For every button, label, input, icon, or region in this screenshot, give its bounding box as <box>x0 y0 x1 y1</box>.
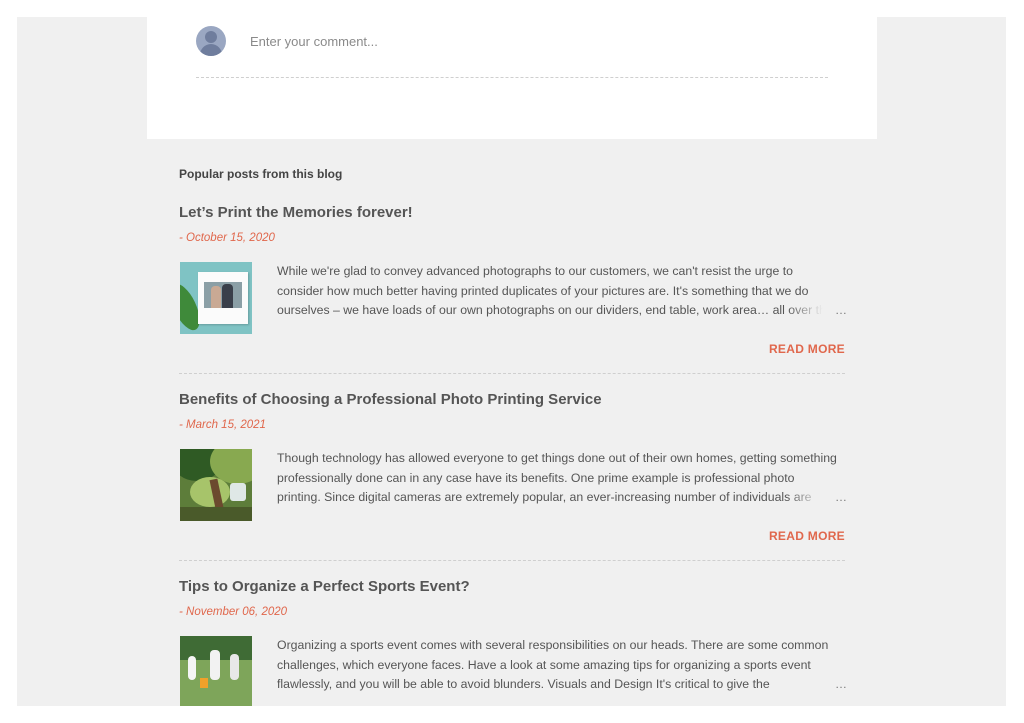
avatar-head-icon <box>205 31 217 43</box>
snippet-line: professionally done can in any case have… <box>277 470 795 485</box>
post-thumbnail-image[interactable] <box>180 262 252 334</box>
snippet-ellipsis: … <box>835 303 847 318</box>
post-date: - October 15, 2020 <box>179 232 275 244</box>
avatar-body-icon <box>200 44 222 56</box>
post-body: While we're glad to convey advanced phot… <box>179 262 847 336</box>
snippet-line: Though technology has allowed everyone t… <box>277 451 837 465</box>
ground-shape <box>180 507 252 521</box>
snippet-line-text: ourselves – we have loads of our own pho… <box>277 303 833 318</box>
post-item: Tips to Organize a Perfect Sports Event?… <box>179 561 847 706</box>
post-title-link[interactable]: Benefits of Choosing a Professional Phot… <box>179 391 602 408</box>
post-date: - November 06, 2020 <box>179 606 288 618</box>
cone-shape <box>200 678 208 688</box>
comment-divider <box>196 77 828 78</box>
post-title-link[interactable]: Let’s Print the Memories forever! <box>179 204 413 221</box>
post-snippet: While we're glad to convey advanced phot… <box>277 262 847 321</box>
page-background: Popular posts from this blog Let’s Print… <box>17 17 1006 706</box>
post-item: Benefits of Choosing a Professional Phot… <box>179 374 847 561</box>
player-shape <box>230 654 239 680</box>
sky-patch-shape <box>230 483 246 501</box>
popular-posts-heading: Popular posts from this blog <box>179 167 343 181</box>
player-shape <box>188 656 196 680</box>
post-item: Let’s Print the Memories forever! - Octo… <box>179 187 847 374</box>
snippet-line-text: flawlessly, and you will be able to avoi… <box>277 677 770 692</box>
person-shape <box>222 284 233 308</box>
snippet-line: While we're glad to convey advanced phot… <box>277 264 793 278</box>
post-thumbnail-image[interactable] <box>180 636 252 706</box>
snippet-line-text: printing. Since digital cameras are extr… <box>277 490 812 505</box>
comment-card <box>147 17 877 139</box>
post-title-link[interactable]: Tips to Organize a Perfect Sports Event? <box>179 578 470 595</box>
snippet-line-last: printing. Since digital cameras are extr… <box>277 488 847 508</box>
person-shape <box>211 286 221 308</box>
avatar <box>196 26 226 56</box>
snippet-line-last: flawlessly, and you will be able to avoi… <box>277 675 847 695</box>
post-snippet: Organizing a sports event comes with sev… <box>277 636 847 695</box>
post-snippet: Though technology has allowed everyone t… <box>277 449 847 508</box>
post-body: Organizing a sports event comes with sev… <box>179 636 847 706</box>
comment-input[interactable] <box>250 31 810 51</box>
snippet-line: consider how much better having printed … <box>277 283 809 298</box>
post-date: - March 15, 2021 <box>179 419 266 431</box>
snippet-line: Organizing a sports event comes with sev… <box>277 638 829 652</box>
snippet-line: challenges, which everyone faces. Have a… <box>277 657 811 672</box>
post-body: Though technology has allowed everyone t… <box>179 449 847 523</box>
player-shape <box>210 650 220 680</box>
snippet-ellipsis: … <box>835 677 847 692</box>
read-more-link[interactable]: READ MORE <box>769 529 845 543</box>
snippet-ellipsis: … <box>835 490 847 505</box>
post-thumbnail-image[interactable] <box>180 449 252 521</box>
popular-posts-section: Popular posts from this blog Let’s Print… <box>179 167 847 706</box>
snippet-line-last: ourselves – we have loads of our own pho… <box>277 301 847 321</box>
read-more-link[interactable]: READ MORE <box>769 342 845 356</box>
